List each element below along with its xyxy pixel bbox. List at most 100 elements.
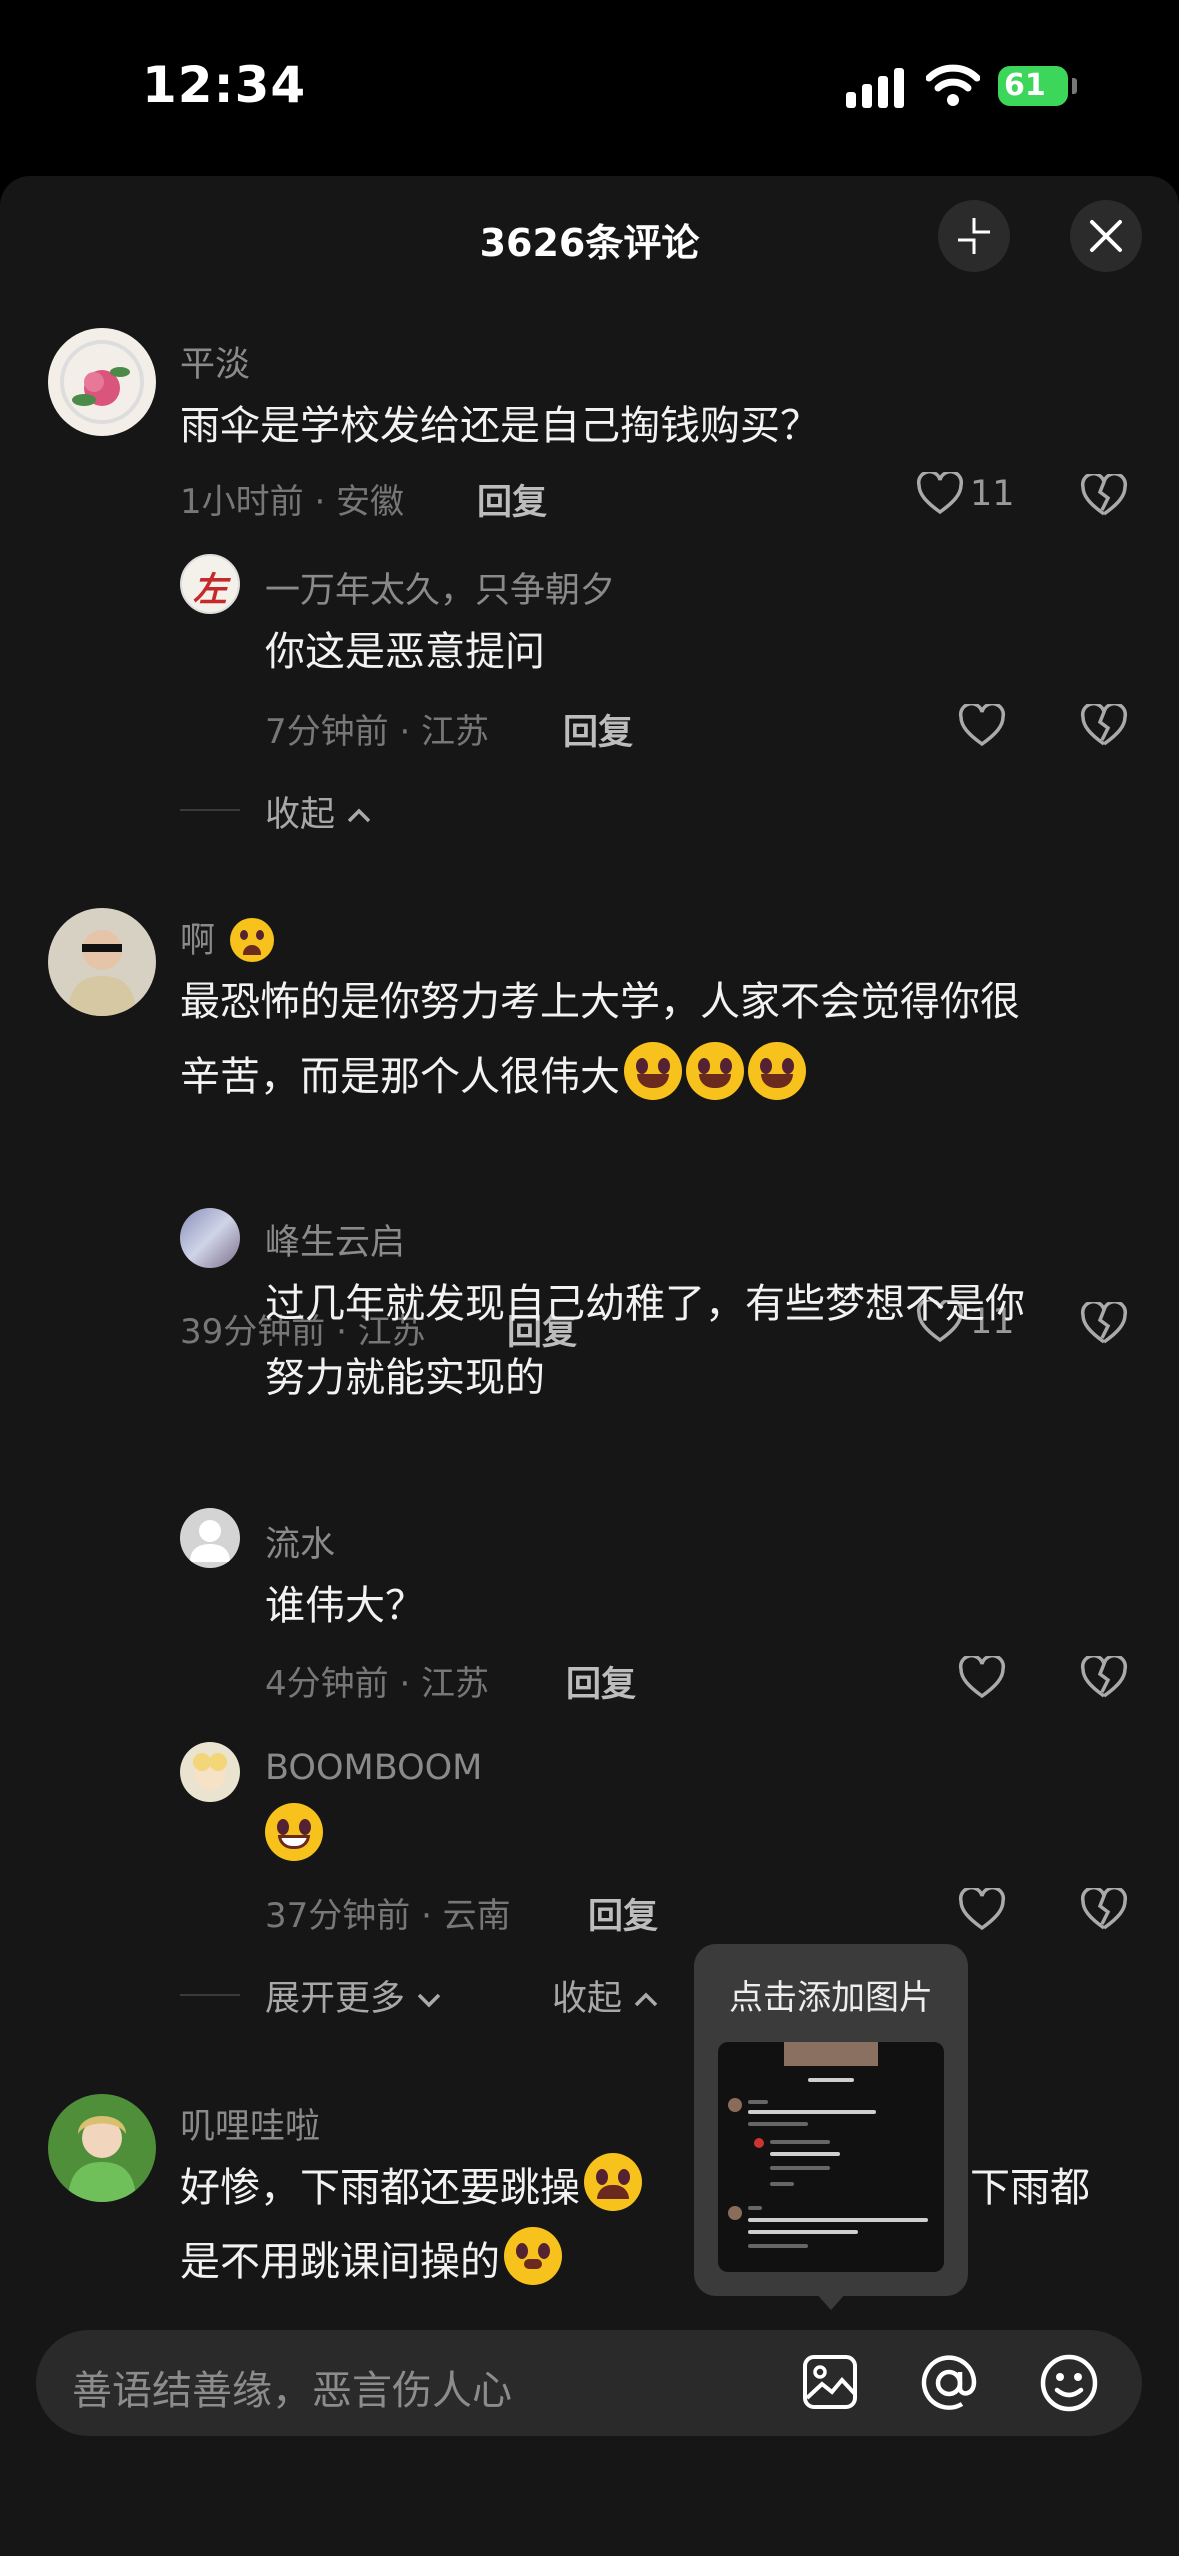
comment-text-line1-tail: 下雨都 [970, 2165, 1090, 2211]
comment-sheet: 3626条评论 平淡 雨伞是学校发给还是自己掏钱购买？ 1小时前 · 安徽 回复… [0, 176, 1179, 2556]
status-bar: 12:34 61 [0, 0, 1179, 176]
reply-text-line2: 努力就能实现的 [265, 1355, 545, 1401]
text-line2: 是不用跳课间操的 [180, 2239, 500, 2285]
default-avatar-icon [190, 1520, 230, 1562]
text-line1-left: 好惨，下雨都还要跳操 [180, 2165, 580, 2211]
thumb-line [748, 2122, 808, 2126]
emoji-icon[interactable] [1038, 2352, 1100, 2414]
laughing-crying-emoji [624, 1042, 682, 1100]
close-button[interactable] [1070, 200, 1142, 272]
username-text: 啊 [180, 921, 216, 961]
reply-button[interactable]: 回复 [588, 1888, 658, 1939]
collapse-replies-button[interactable]: 收起 [265, 786, 372, 837]
avatar[interactable] [180, 1208, 240, 1268]
broken-heart-icon[interactable] [1080, 1302, 1128, 1346]
crying-emoji [584, 2153, 642, 2211]
comment-text: 雨伞是学校发给还是自己掏钱购买？ [180, 403, 820, 449]
chevron-up-icon [634, 1992, 658, 2007]
comment-text-line2: 是不用跳课间操的 [180, 2226, 562, 2299]
chevron-up-icon [347, 808, 371, 823]
collapse-replies-button[interactable]: 收起 [552, 1970, 659, 2021]
broken-heart-icon[interactable] [1080, 704, 1128, 748]
heart-icon[interactable] [958, 1656, 1006, 1700]
reply-meta: 7分钟前 · 江苏 [265, 712, 490, 752]
reply-username[interactable]: BOOMBOOM [265, 1748, 482, 1788]
divider [180, 809, 240, 811]
laughing-crying-emoji [748, 1042, 806, 1100]
chevron-down-icon [417, 1993, 441, 2008]
collapse-label: 收起 [552, 1979, 623, 2019]
divider [180, 1994, 240, 1996]
thumb-line [748, 2218, 928, 2222]
close-icon [1090, 220, 1122, 252]
collapse-icon [958, 218, 990, 254]
collapse-button[interactable] [938, 200, 1010, 272]
comment-username[interactable]: 啊 [180, 912, 275, 963]
text-line2: 辛苦，而是那个人很伟大 [180, 1054, 620, 1100]
reply-button[interactable]: 回复 [563, 704, 633, 755]
thumb-line [748, 2230, 858, 2234]
reply-text [265, 1802, 323, 1875]
avatar[interactable] [48, 328, 156, 436]
at-icon[interactable] [918, 2352, 980, 2414]
thinking-emoji [504, 2227, 562, 2285]
avatar[interactable] [180, 1508, 240, 1568]
laughing-crying-emoji [686, 1042, 744, 1100]
thumb-avatar [754, 2138, 764, 2148]
comment-meta: 1小时前 · 安徽 [180, 482, 405, 522]
flower-icon [60, 340, 144, 424]
comment-text-line2: 辛苦，而是那个人很伟大 [180, 1041, 806, 1114]
comment-username[interactable]: 平淡 [180, 336, 250, 387]
reply-username[interactable]: 一万年太久，只争朝夕 [265, 562, 615, 613]
reply-text-line1: 过几年就发现自己幼稚了，有些梦想不是你 [265, 1281, 1025, 1327]
expand-more-button[interactable]: 展开更多 [265, 1970, 442, 2021]
thumb-avatar [728, 2206, 742, 2220]
battery-icon: 61 [998, 66, 1068, 106]
heart-icon[interactable] [958, 1888, 1006, 1932]
reply-text: 谁伟大？ [265, 1583, 425, 1629]
comment-text-line1: 好惨，下雨都还要跳操 [180, 2152, 642, 2225]
heart-icon[interactable] [958, 704, 1006, 748]
status-time: 12:34 [142, 56, 307, 114]
thumb-image [784, 2042, 878, 2066]
comment-input[interactable]: 善语结善缘，恶言伤人心 [36, 2330, 1142, 2436]
thumb-line [770, 2166, 830, 2170]
battery-level: 61 [1004, 68, 1046, 103]
image-icon[interactable] [800, 2352, 860, 2412]
avatar[interactable] [48, 2094, 156, 2202]
thumb-line [770, 2140, 830, 2144]
reply-username[interactable]: 峰生云启 [265, 1214, 405, 1265]
broken-heart-icon[interactable] [1080, 1656, 1128, 1700]
popup-title: 点击添加图片 [729, 1978, 933, 2018]
thumb-line [770, 2182, 794, 2186]
like-button[interactable]: 11 [916, 472, 1015, 516]
signal-icon [846, 68, 904, 108]
reply-username[interactable]: 流水 [265, 1516, 335, 1567]
add-image-popup[interactable]: 点击添加图片 [694, 1944, 968, 2296]
comment-username[interactable]: 叽哩哇啦 [180, 2098, 320, 2149]
popup-arrow [815, 2292, 847, 2310]
thumb-line [748, 2244, 808, 2248]
screenshot-thumbnail[interactable] [718, 2042, 944, 2272]
heart-icon [916, 472, 964, 515]
thumb-line [748, 2110, 876, 2114]
input-placeholder: 善语结善缘，恶言伤人心 [72, 2368, 512, 2414]
battery-tip [1072, 78, 1077, 94]
thumb-title-line [808, 2078, 854, 2082]
avatar[interactable] [180, 1742, 240, 1802]
expand-more-label: 展开更多 [265, 1979, 406, 2019]
thumb-line [748, 2100, 768, 2104]
reply-button[interactable]: 回复 [566, 1656, 636, 1707]
avatar[interactable] [48, 908, 156, 1016]
cartoon-avatar-icon [193, 1753, 227, 1790]
reply-meta: 4分钟前 · 江苏 [265, 1664, 490, 1704]
broken-heart-icon[interactable] [1080, 474, 1128, 518]
broken-heart-icon[interactable] [1080, 1888, 1128, 1932]
comment-text-line1: 最恐怖的是你努力考上大学，人家不会觉得你很 [180, 979, 1020, 1025]
reply-button[interactable]: 回复 [477, 474, 547, 525]
person-icon [68, 930, 136, 1016]
avatar[interactable]: 左 [180, 554, 240, 614]
worried-emoji [230, 918, 275, 962]
collapse-label: 收起 [265, 795, 336, 835]
person-icon [68, 2116, 136, 2202]
